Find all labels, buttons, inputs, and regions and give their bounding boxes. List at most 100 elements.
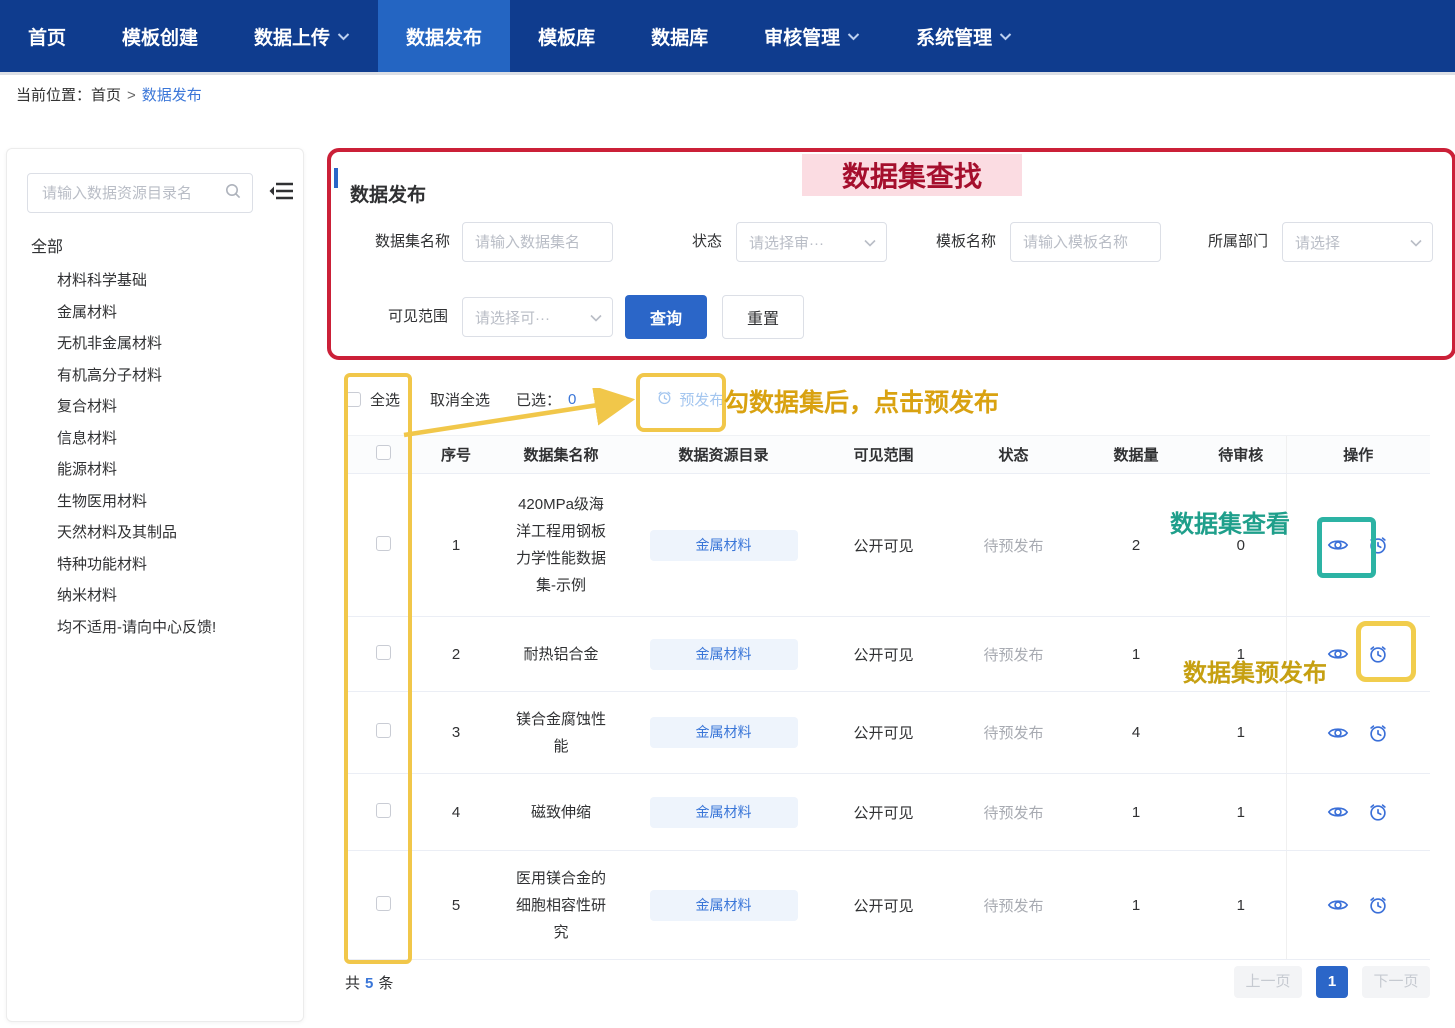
alarm-clock-icon [1367,801,1389,823]
tree-item[interactable]: 生物医用材料 [31,486,303,518]
row-checkbox[interactable] [376,645,391,660]
prerelease-button-label: 预发布 [679,389,724,410]
prerelease-row-button[interactable] [1367,894,1389,916]
nav-label: 模板库 [538,23,595,50]
row-checkbox[interactable] [376,803,391,818]
next-page-button[interactable]: 下一页 [1362,966,1430,998]
prerelease-row-button[interactable] [1367,643,1389,665]
prerelease-row-button[interactable] [1367,534,1389,556]
cell-status: 待预发布 [951,692,1076,774]
catalog-search-input[interactable] [40,184,224,203]
department-select[interactable]: 请选择 [1282,222,1433,262]
nav-item-data-upload[interactable]: 数据上传 [226,0,378,72]
prerelease-row-button[interactable] [1367,722,1389,744]
col-header-status: 状态 [951,436,1076,474]
select-all-checkbox[interactable] [346,392,361,407]
visibility-select-placeholder: 请选择可··· [475,307,550,328]
prerelease-button[interactable]: 预发布 [656,389,724,410]
nav-item-system-management[interactable]: 系统管理 [888,0,1040,72]
cell-visibility: 公开可见 [816,774,951,851]
nav-label: 模板创建 [122,23,198,50]
row-checkbox[interactable] [376,723,391,738]
dataset-name-label: 数据集名称 [356,222,450,262]
chevron-down-icon [590,309,602,326]
cell-status: 待预发布 [951,474,1076,617]
eye-icon [1327,894,1349,916]
nav-item-template-create[interactable]: 模板创建 [94,0,226,72]
catalog-sidebar: 全部 材料科学基础 金属材料 无机非金属材料 有机高分子材料 复合材料 信息材料… [6,148,304,1022]
cell-visibility: 公开可见 [816,474,951,617]
eye-icon [1327,801,1349,823]
eye-icon [1327,643,1349,665]
nav-label: 系统管理 [916,23,992,50]
view-button[interactable] [1327,534,1349,556]
search-button[interactable]: 查询 [625,295,707,339]
cell-catalog: 金属材料 [631,851,816,960]
tree-item[interactable]: 无机非金属材料 [31,328,303,360]
cell-visibility: 公开可见 [816,692,951,774]
nav-item-database[interactable]: 数据库 [623,0,736,72]
prev-page-button[interactable]: 上一页 [1234,966,1302,998]
search-icon[interactable] [224,182,242,205]
nav-label: 审核管理 [764,23,840,50]
cell-dataset-name: 镁合金腐蚀性能 [491,692,631,774]
cell-index: 3 [421,692,491,774]
cell-status: 待预发布 [951,774,1076,851]
cell-dataset-name: 磁致伸缩 [491,774,631,851]
nav-item-data-publish[interactable]: 数据发布 [378,0,510,72]
template-name-input[interactable] [1010,222,1161,262]
cell-visibility: 公开可见 [816,851,951,960]
status-select[interactable]: 请选择审··· [736,222,887,262]
view-button[interactable] [1327,643,1349,665]
catalog-tag: 金属材料 [650,530,798,561]
cell-actions [1286,851,1430,960]
nav-item-home[interactable]: 首页 [0,0,94,72]
cell-index: 1 [421,474,491,617]
page-number-button[interactable]: 1 [1316,966,1348,998]
tree-item[interactable]: 均不适用-请向中心反馈! [31,612,303,644]
breadcrumb-home[interactable]: 首页 [91,87,121,104]
collapse-tree-icon[interactable] [269,180,295,207]
tree-item[interactable]: 信息材料 [31,423,303,455]
tree-item-all[interactable]: 全部 [31,233,303,257]
chevron-down-icon [1410,234,1422,251]
tree-item[interactable]: 材料科学基础 [31,265,303,297]
catalog-tree: 全部 材料科学基础 金属材料 无机非金属材料 有机高分子材料 复合材料 信息材料… [7,213,303,643]
annotation-search-area-label: 数据集查找 [802,154,1022,196]
tree-item[interactable]: 有机高分子材料 [31,360,303,392]
visibility-select[interactable]: 请选择可··· [462,297,613,337]
cancel-select-all-button[interactable]: 取消全选 [430,389,490,410]
pagination: 共5条 上一页 1 下一页 [345,966,1430,998]
dataset-name-input[interactable] [462,222,613,262]
row-checkbox[interactable] [376,896,391,911]
nav-item-template-library[interactable]: 模板库 [510,0,623,72]
tree-item[interactable]: 特种功能材料 [31,549,303,581]
cell-status: 待预发布 [951,617,1076,692]
reset-button[interactable]: 重置 [722,295,804,339]
tree-item[interactable]: 金属材料 [31,297,303,329]
view-button[interactable] [1327,894,1349,916]
view-button[interactable] [1327,801,1349,823]
breadcrumb-current[interactable]: 数据发布 [142,87,202,104]
panel-title-bar [334,168,338,188]
cell-pending: 1 [1196,774,1286,851]
cell-actions [1286,474,1430,617]
tree-item[interactable]: 复合材料 [31,391,303,423]
nav-item-review-management[interactable]: 审核管理 [736,0,888,72]
cell-index: 4 [421,774,491,851]
col-header-pending: 待审核 [1196,436,1286,474]
chevron-down-icon [864,234,876,251]
alarm-clock-icon [656,389,673,410]
header-checkbox[interactable] [376,445,391,460]
tree-item[interactable]: 纳米材料 [31,580,303,612]
col-header-visibility: 可见范围 [816,436,951,474]
prerelease-row-button[interactable] [1367,801,1389,823]
row-checkbox[interactable] [376,536,391,551]
cell-index: 5 [421,851,491,960]
cell-status: 待预发布 [951,851,1076,960]
tree-item[interactable]: 天然材料及其制品 [31,517,303,549]
view-button[interactable] [1327,722,1349,744]
catalog-tag: 金属材料 [650,797,798,828]
tree-item[interactable]: 能源材料 [31,454,303,486]
cell-catalog: 金属材料 [631,617,816,692]
